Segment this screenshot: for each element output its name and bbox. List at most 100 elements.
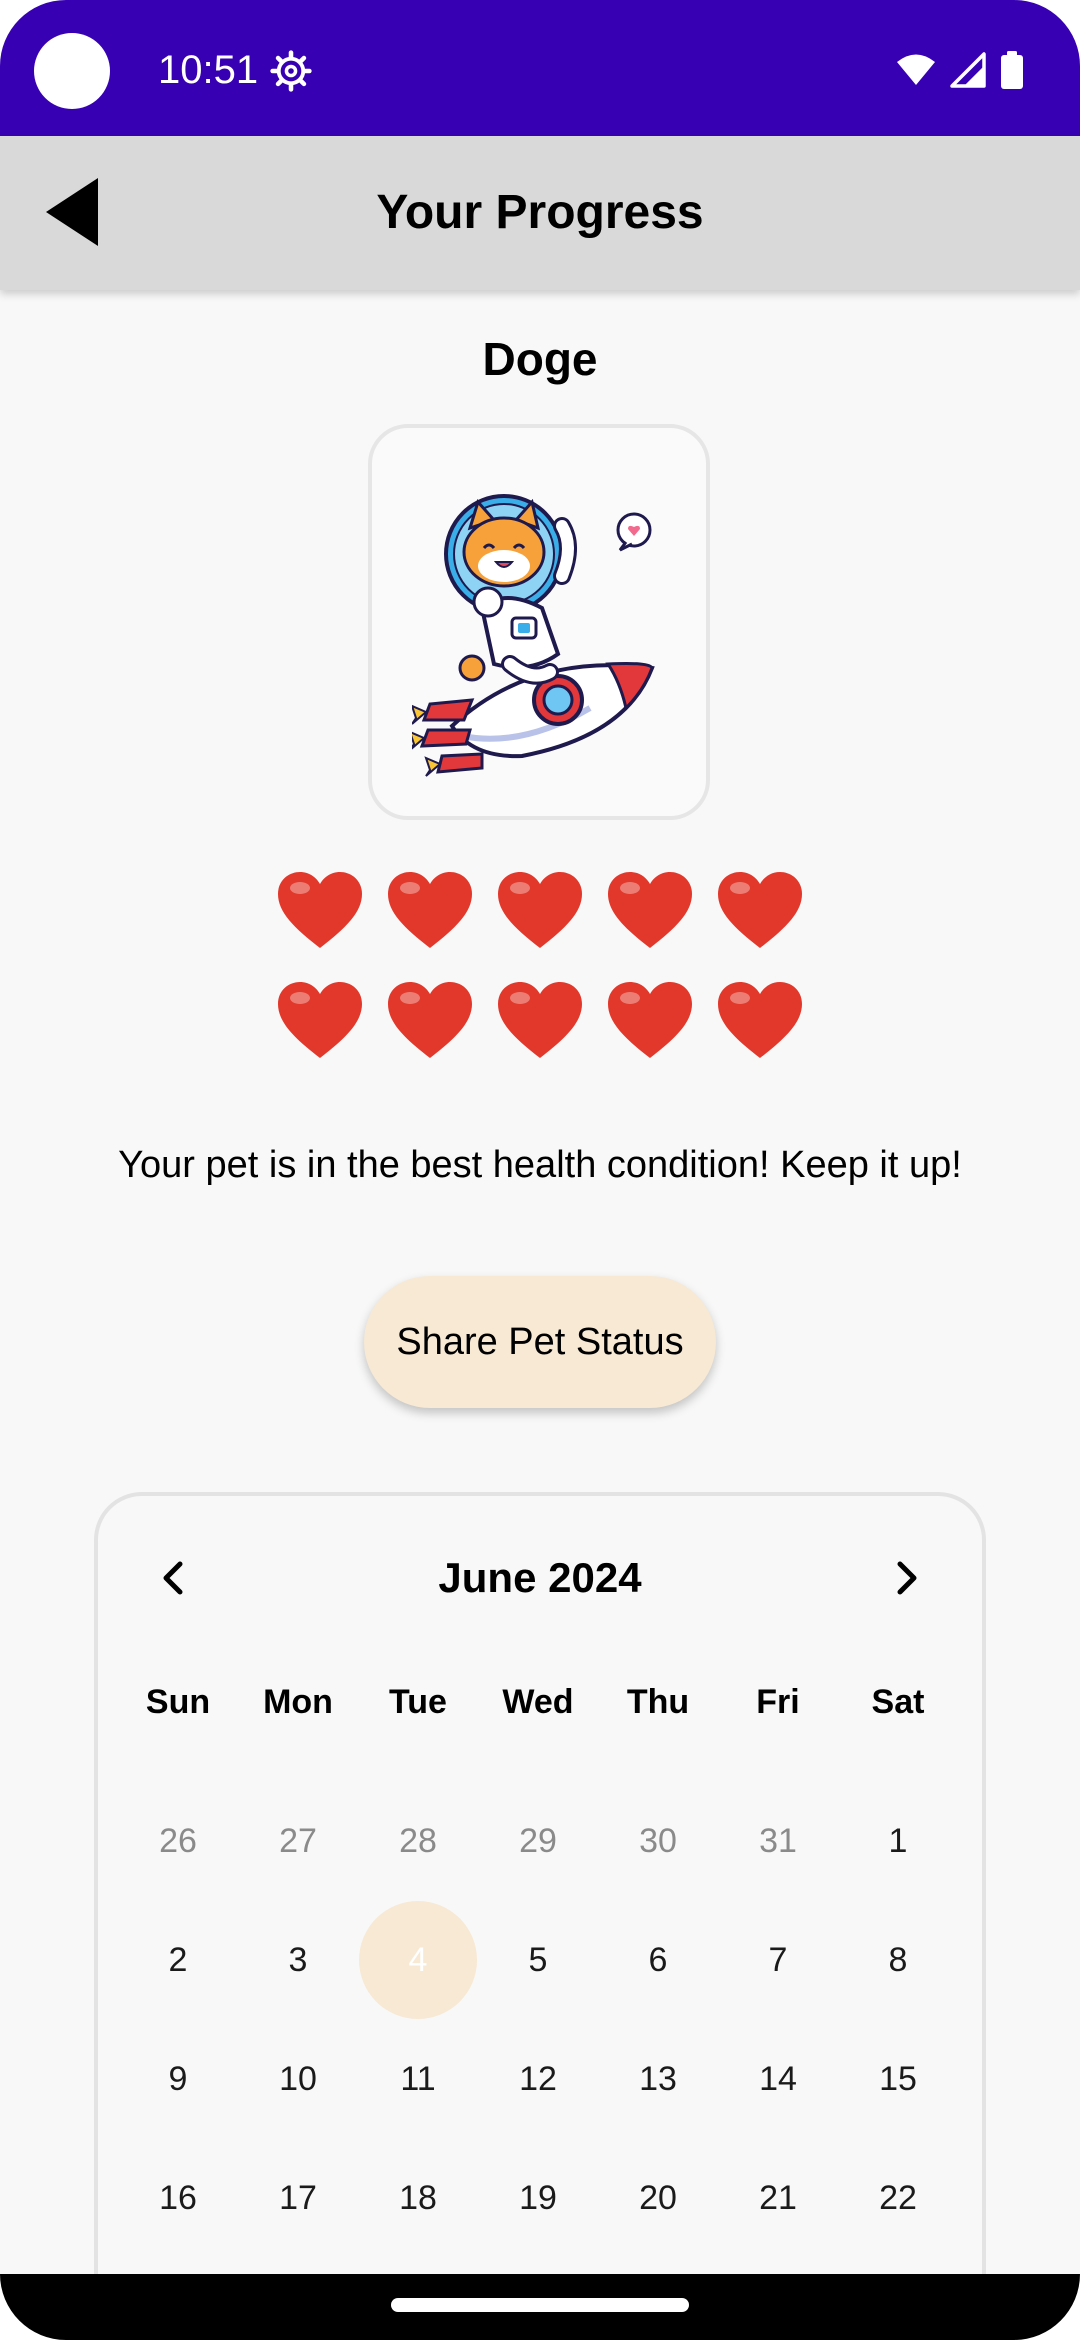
heart-row: [0, 870, 1080, 962]
weekday-label: Fri: [756, 1683, 800, 1721]
chevron-right-icon[interactable]: [876, 1548, 936, 1608]
calendar-day-number: 7: [768, 1941, 788, 1979]
calendar-day-number: 15: [879, 2060, 917, 2098]
calendar-day-number: 21: [759, 2179, 797, 2217]
home-indicator[interactable]: [391, 2298, 689, 2312]
calendar-day[interactable]: 18: [358, 2139, 478, 2258]
calendar-day[interactable]: 10: [238, 2020, 358, 2139]
calendar-day-number: 9: [168, 2060, 188, 2098]
heart-icon: [718, 872, 802, 948]
calendar-day[interactable]: 6: [598, 1901, 718, 2020]
page-title: Your Progress: [376, 186, 704, 239]
calendar-day[interactable]: 22: [838, 2139, 958, 2258]
calendar-day-number: 13: [639, 2060, 677, 2098]
health-message: Your pet is in the best health condition…: [118, 1144, 962, 1186]
heart-icon: [498, 982, 582, 1058]
weekday-label: Tue: [389, 1683, 447, 1721]
calendar-day-number: 31: [759, 1822, 797, 1860]
calendar-day[interactable]: 9: [118, 2020, 238, 2139]
calendar-day[interactable]: 30: [598, 1782, 718, 1901]
calendar-day[interactable]: 4: [358, 1901, 478, 2020]
calendar-day[interactable]: 21: [718, 2139, 838, 2258]
calendar-grid: Sun Mon Tue Wed Thu Fri Sat 26 27 28 29 30 31 1 2 3 4 5 6 7…: [118, 1666, 958, 2258]
weekday-label: Mon: [263, 1683, 333, 1721]
calendar-day-number: 14: [759, 2060, 797, 2098]
weekday-label: Sun: [145, 1683, 211, 1721]
calendar-day-number: 12: [519, 2060, 557, 2098]
calendar-day-number: 10: [279, 2060, 317, 2098]
status-icons: [896, 50, 1024, 90]
calendar-week-row: 26 27 28 29 30 31 1: [118, 1782, 958, 1901]
calendar-day-number: 30: [639, 1822, 677, 1860]
calendar-day[interactable]: 31: [718, 1782, 838, 1901]
calendar-day-number: 16: [159, 2179, 197, 2217]
health-hearts: [0, 870, 1080, 1090]
calendar-weekday-row: Sun Mon Tue Wed Thu Fri Sat: [118, 1666, 958, 1738]
calendar-day-number: 26: [159, 1822, 197, 1860]
calendar-day[interactable]: 8: [838, 1901, 958, 2020]
pet-name: Doge: [482, 333, 598, 385]
weekday-label: Sat: [871, 1683, 925, 1721]
calendar-day-number: 8: [888, 1941, 908, 1979]
calendar-day-number: 22: [879, 2179, 917, 2217]
gear-icon: [270, 50, 312, 92]
weekday-label: Wed: [502, 1683, 574, 1721]
astronaut-cat-rocket-illustration: [412, 494, 655, 777]
calendar-day-number: 27: [279, 1822, 317, 1860]
calendar-day[interactable]: 14: [718, 2020, 838, 2139]
calendar-day-number: 5: [528, 1941, 548, 1979]
status-time: 10:51: [158, 48, 259, 92]
screen: 10:51 Your Progress Doge Your pet is in …: [0, 0, 1080, 2340]
calendar-day[interactable]: 28: [358, 1782, 478, 1901]
calendar-day-number: 29: [519, 1822, 557, 1860]
calendar-day-number: 17: [279, 2179, 317, 2217]
calendar-week-row: 16 17 18 19 20 21 22: [118, 2139, 958, 2258]
calendar-day[interactable]: 27: [238, 1782, 358, 1901]
signal-icon: [950, 52, 986, 88]
camera-cutout: [34, 33, 110, 109]
calendar-day-number: 3: [288, 1941, 308, 1979]
heart-icon: [278, 872, 362, 948]
share-pet-status-button[interactable]: Share Pet Status: [364, 1276, 716, 1408]
heart-icon: [608, 872, 692, 948]
app-bar: Your Progress: [0, 136, 1080, 290]
calendar-day-number: 20: [639, 2179, 677, 2217]
calendar-week-row: 9 10 11 12 13 14 15: [118, 2020, 958, 2139]
calendar-day[interactable]: 11: [358, 2020, 478, 2139]
calendar-month-label: June 2024: [438, 1554, 642, 1601]
heart-icon: [718, 982, 802, 1058]
wifi-icon: [897, 54, 935, 85]
calendar-day[interactable]: 7: [718, 1901, 838, 2020]
calendar-day[interactable]: 15: [838, 2020, 958, 2139]
calendar-day[interactable]: 17: [238, 2139, 358, 2258]
heart-icon: [608, 982, 692, 1058]
heart-icon: [278, 982, 362, 1058]
battery-icon: [1001, 51, 1023, 89]
weekday-label: Thu: [626, 1683, 690, 1721]
calendar-day-number: 11: [400, 2060, 436, 2098]
heart-row: [0, 980, 1080, 1072]
calendar-day[interactable]: 16: [118, 2139, 238, 2258]
calendar-day[interactable]: 29: [478, 1782, 598, 1901]
calendar-day-number: 18: [399, 2179, 437, 2217]
back-triangle-icon[interactable]: [40, 172, 120, 252]
calendar-day-number: 28: [399, 1822, 437, 1860]
calendar: June 2024 Sun Mon Tue Wed Thu Fri Sat 26 27 28 29 3…: [94, 1492, 986, 2340]
heart-icon: [388, 872, 472, 948]
gesture-nav-bar: [0, 2274, 1080, 2340]
calendar-week-row: 2 3 4 5 6 7 8: [118, 1901, 958, 2020]
calendar-day[interactable]: 5: [478, 1901, 598, 2020]
heart-icon: [498, 872, 582, 948]
calendar-day-number: 1: [888, 1822, 908, 1860]
calendar-day[interactable]: 2: [118, 1901, 238, 2020]
calendar-day[interactable]: 3: [238, 1901, 358, 2020]
calendar-day[interactable]: 20: [598, 2139, 718, 2258]
calendar-day[interactable]: 13: [598, 2020, 718, 2139]
calendar-day-number: 2: [168, 1941, 188, 1979]
calendar-day[interactable]: 19: [478, 2139, 598, 2258]
pet-image-card: [368, 424, 710, 820]
calendar-day-number: 4: [359, 1901, 477, 2019]
calendar-day[interactable]: 1: [838, 1782, 958, 1901]
calendar-day[interactable]: 12: [478, 2020, 598, 2139]
calendar-day[interactable]: 26: [118, 1782, 238, 1901]
